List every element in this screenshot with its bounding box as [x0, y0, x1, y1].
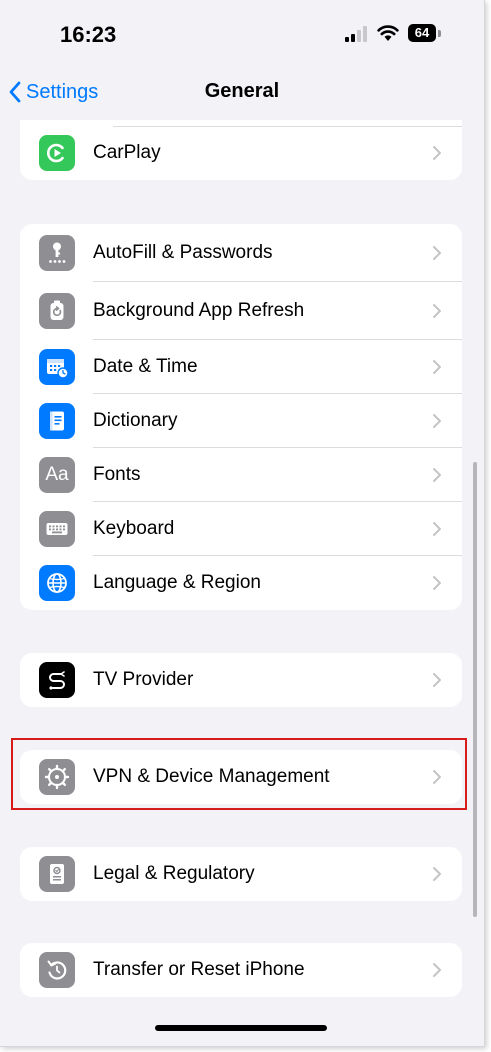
chevron-right-icon [433, 360, 441, 374]
home-indicator [155, 1025, 327, 1031]
gear-icon [39, 759, 75, 795]
scroll-indicator[interactable] [473, 462, 477, 917]
navigation-bar: Settings General [0, 68, 484, 116]
chevron-right-icon [433, 770, 441, 784]
refresh-icon [39, 293, 75, 329]
dictionary-row[interactable]: Dictionary [20, 394, 462, 448]
keyboard-label: Keyboard [93, 518, 175, 539]
status-time: 16:23 [60, 22, 117, 47]
settings-group-legal: Legal & Regulatory [20, 847, 462, 901]
carplay-row[interactable]: CarPlay [20, 126, 462, 180]
language-region-label: Language & Region [93, 572, 261, 593]
fonts-row[interactable]: Aa Fonts [20, 448, 462, 502]
globe-icon [39, 565, 75, 601]
calendar-clock-icon [39, 349, 75, 385]
battery-level: 64 [414, 25, 430, 40]
chevron-right-icon [433, 304, 441, 318]
legal-regulatory-label: Legal & Regulatory [93, 863, 255, 884]
fonts-label: Fonts [93, 464, 141, 485]
wifi-icon [377, 25, 399, 41]
tv-provider-label: TV Provider [93, 669, 194, 690]
vpn-device-management-label: VPN & Device Management [93, 766, 330, 787]
tv-provider-row[interactable]: TV Provider [20, 653, 462, 707]
background-app-refresh-row[interactable]: Background App Refresh [20, 282, 462, 340]
transfer-reset-row[interactable]: Transfer or Reset iPhone [20, 943, 462, 997]
settings-group-tv-provider: TV Provider [20, 653, 462, 707]
settings-group-vpn: VPN & Device Management [20, 750, 462, 804]
chevron-right-icon [433, 146, 441, 160]
autofill-passwords-label: AutoFill & Passwords [93, 242, 273, 263]
carplay-label: CarPlay [93, 142, 161, 163]
dictionary-label: Dictionary [93, 410, 178, 431]
page-title: General [204, 80, 280, 102]
language-region-row[interactable]: Language & Region [20, 556, 462, 610]
chevron-right-icon [433, 673, 441, 687]
reset-icon [39, 952, 75, 988]
keyboard-row[interactable]: Keyboard [20, 502, 462, 556]
battery-cap [438, 30, 441, 37]
legal-document-icon [39, 856, 75, 892]
chevron-right-icon [433, 867, 441, 881]
tv-provider-icon [39, 662, 75, 698]
chevron-right-icon [433, 576, 441, 590]
fonts-icon: Aa [39, 457, 75, 493]
status-bar: 16:23 64 [0, 0, 484, 68]
settings-group-general: AutoFill & Passwords Background App Refr… [20, 224, 462, 610]
chevron-right-icon [433, 468, 441, 482]
background-app-refresh-label: Background App Refresh [93, 300, 305, 321]
key-icon [39, 235, 75, 271]
chevron-right-icon [433, 246, 441, 260]
vpn-device-management-row[interactable]: VPN & Device Management [20, 750, 462, 804]
date-time-label: Date & Time [93, 356, 198, 377]
book-icon [39, 403, 75, 439]
battery-icon: 64 [408, 24, 436, 42]
carplay-icon [39, 135, 75, 171]
legal-regulatory-row[interactable]: Legal & Regulatory [20, 847, 462, 901]
chevron-right-icon [433, 963, 441, 977]
chevron-right-icon [433, 414, 441, 428]
autofill-passwords-row[interactable]: AutoFill & Passwords [20, 224, 462, 282]
date-time-row[interactable]: Date & Time [20, 340, 462, 394]
chevron-right-icon [433, 522, 441, 536]
settings-group-reset: Transfer or Reset iPhone [20, 943, 462, 997]
keyboard-icon [39, 511, 75, 547]
transfer-reset-label: Transfer or Reset iPhone [93, 959, 305, 980]
settings-group-carplay: CarPlay [20, 120, 462, 180]
phone-screen: 16:23 64 Settings General CarPlay AutoFi… [0, 0, 485, 1047]
fonts-icon-glyph: Aa [45, 464, 69, 485]
signal-icon [345, 26, 367, 42]
